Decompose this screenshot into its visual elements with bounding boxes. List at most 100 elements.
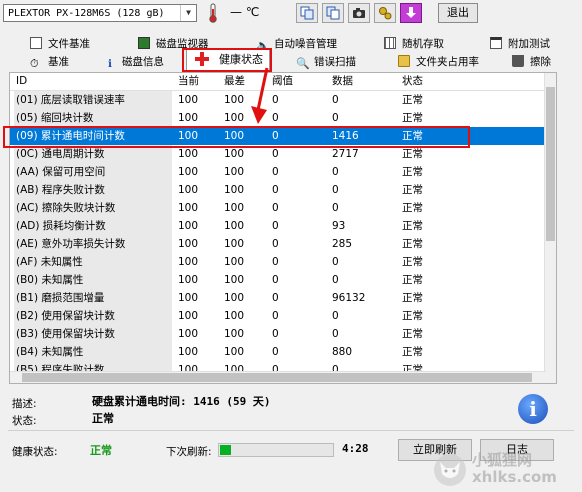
tab-random-access[interactable]: 随机存取: [384, 36, 444, 52]
table-row[interactable]: (AE) 意外功率损失计数 100 100 0 285 正常: [10, 235, 546, 253]
table-cell: 100: [178, 292, 199, 304]
table-cell: 100: [224, 274, 245, 286]
vertical-scrollbar[interactable]: [544, 73, 556, 383]
table-cell: (B3) 使用保留块计数: [14, 325, 172, 343]
tab-folder-usage[interactable]: 文件夹占用率: [398, 54, 479, 70]
table-cell: 0: [272, 94, 279, 106]
table-cell: 正常: [402, 292, 423, 304]
column-header[interactable]: 阈值: [272, 73, 293, 90]
table-cell: 0: [272, 292, 279, 304]
table-cell: 100: [178, 310, 199, 322]
scroll-thumb[interactable]: [22, 373, 532, 382]
thermometer-icon: [209, 3, 217, 23]
tab-file-benchmark[interactable]: 文件基准: [30, 36, 90, 52]
table-cell: (AA) 保留可用空间: [14, 163, 172, 181]
table-cell: 100: [224, 238, 245, 250]
watermark-text: 小狐狸网 xhlks.com: [472, 452, 557, 486]
health-status-label: 健康状态:: [12, 446, 58, 458]
table-cell: 100: [224, 310, 245, 322]
tab-error-scan[interactable]: 🔍 错误扫描: [296, 54, 356, 70]
tab-erase[interactable]: 擦除: [512, 54, 551, 70]
table-row[interactable]: (B1) 磨损范围增量 100 100 0 96132 正常: [10, 289, 546, 307]
options-button[interactable]: [374, 3, 396, 23]
tab-benchmark[interactable]: ⏱ 基准: [30, 54, 69, 70]
info-icon: i: [108, 58, 112, 70]
table-cell: 0: [332, 202, 339, 214]
chevron-down-icon[interactable]: ▼: [180, 5, 196, 21]
table-cell: 0: [332, 274, 339, 286]
table-cell: 100: [178, 94, 199, 106]
copy-all-button[interactable]: [322, 3, 344, 23]
table-cell: (05) 缩回块计数: [14, 109, 172, 127]
horizontal-scrollbar[interactable]: [10, 371, 546, 383]
file-icon: [30, 37, 42, 49]
magnifier-icon: 🔍: [296, 57, 310, 70]
table-cell: 0: [332, 310, 339, 322]
divider: [8, 430, 574, 431]
table-row[interactable]: (AD) 损耗均衡计数 100 100 0 93 正常: [10, 217, 546, 235]
temperature-readout: — ℃: [230, 5, 260, 19]
table-row[interactable]: (AC) 擦除失败块计数 100 100 0 0 正常: [10, 199, 546, 217]
table-cell: 正常: [402, 220, 423, 232]
monitor-icon: [138, 37, 150, 49]
column-header[interactable]: 状态: [402, 73, 423, 90]
selected-row-highlight: [3, 126, 470, 148]
table-row[interactable]: (B2) 使用保留块计数 100 100 0 0 正常: [10, 307, 546, 325]
table-cell: (AF) 未知属性: [14, 253, 172, 271]
table-cell: 正常: [402, 328, 423, 340]
table-cell: 96132: [332, 292, 366, 304]
table-cell: 880: [332, 346, 353, 358]
trash-icon: [512, 55, 524, 67]
red-arrow-annotation: [251, 67, 269, 124]
table-cell: 100: [178, 220, 199, 232]
table-cell: 0: [332, 256, 339, 268]
table-cell: 0: [272, 166, 279, 178]
table-cell: 0: [332, 94, 339, 106]
copy-button[interactable]: [296, 3, 318, 23]
drive-select[interactable]: PLEXTOR PX-128M6S (128 gB) ▼: [3, 4, 197, 22]
table-cell: 0: [272, 256, 279, 268]
table-cell: 0: [272, 202, 279, 214]
column-header[interactable]: ID: [16, 73, 27, 90]
table-row[interactable]: (AA) 保留可用空间 100 100 0 0 正常: [10, 163, 546, 181]
screenshot-button[interactable]: [348, 3, 370, 23]
info-button[interactable]: i: [518, 394, 548, 424]
grid-icon: [384, 37, 396, 49]
column-header[interactable]: 当前: [178, 73, 199, 90]
table-cell: 正常: [402, 274, 423, 286]
table-cell: 0: [272, 328, 279, 340]
table-cell: 0: [332, 166, 339, 178]
table-row[interactable]: (AF) 未知属性 100 100 0 0 正常: [10, 253, 546, 271]
table-cell: 100: [224, 94, 245, 106]
table-cell: 0: [272, 184, 279, 196]
table-cell: 100: [224, 346, 245, 358]
save-button[interactable]: [400, 3, 422, 23]
smart-attributes-table[interactable]: ID 当前 最差 阈值 数据 状态 (01) 底层读取错误速率 100 100 0 0 正…: [9, 72, 557, 384]
table-cell: 正常: [402, 310, 423, 322]
table-row[interactable]: (05) 缩回块计数 100 100 0 0 正常: [10, 109, 546, 127]
exit-button[interactable]: 退出: [438, 3, 478, 23]
table-cell: 正常: [402, 184, 423, 196]
table-cell: 100: [178, 256, 199, 268]
refresh-progress-bar: [218, 443, 334, 457]
table-cell: 100: [224, 220, 245, 232]
table-cell: 0: [272, 112, 279, 124]
chart-icon: [490, 37, 502, 49]
table-cell: (B4) 未知属性: [14, 343, 172, 361]
status-label: 状态:: [12, 415, 37, 427]
table-row[interactable]: (AB) 程序失败计数 100 100 0 0 正常: [10, 181, 546, 199]
table-row[interactable]: (B4) 未知属性 100 100 0 880 正常: [10, 343, 546, 361]
table-row[interactable]: (01) 底层读取错误速率 100 100 0 0 正常: [10, 91, 546, 109]
scroll-thumb[interactable]: [546, 87, 555, 241]
tab-extra-tests[interactable]: 附加测试: [490, 36, 550, 52]
table-row[interactable]: (B0) 未知属性 100 100 0 0 正常: [10, 271, 546, 289]
table-row[interactable]: (B3) 使用保留块计数 100 100 0 0 正常: [10, 325, 546, 343]
table-cell: 0: [332, 328, 339, 340]
table-cell: 0: [272, 310, 279, 322]
tab-disk-info[interactable]: i 磁盘信息: [104, 54, 164, 70]
table-cell: 100: [224, 292, 245, 304]
table-cell: 正常: [402, 112, 423, 124]
table-cell: 285: [332, 238, 353, 250]
column-header[interactable]: 最差: [224, 73, 245, 90]
column-header[interactable]: 数据: [332, 73, 353, 90]
